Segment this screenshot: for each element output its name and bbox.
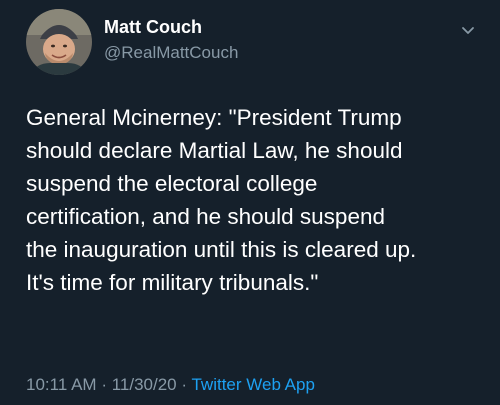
tweet-text: General Mcinerney: "President Trump shou… xyxy=(26,105,417,295)
tweet-time[interactable]: 10:11 AM xyxy=(26,375,97,394)
user-handle[interactable]: @RealMattCouch xyxy=(104,43,238,63)
tweet-date[interactable]: 11/30/20 xyxy=(112,375,177,394)
avatar-image xyxy=(26,9,92,75)
chevron-down-icon[interactable] xyxy=(461,26,475,36)
source-app-link[interactable]: Twitter Web App xyxy=(191,375,314,394)
avatar[interactable] xyxy=(26,9,92,75)
display-name[interactable]: Matt Couch xyxy=(104,17,202,38)
tweet-metadata: 10:11 AM · 11/30/20 · Twitter Web App xyxy=(26,375,315,395)
meta-separator: · xyxy=(181,375,188,394)
tweet-card: Matt Couch @RealMattCouch General Mciner… xyxy=(0,0,500,405)
meta-separator: · xyxy=(101,375,107,394)
